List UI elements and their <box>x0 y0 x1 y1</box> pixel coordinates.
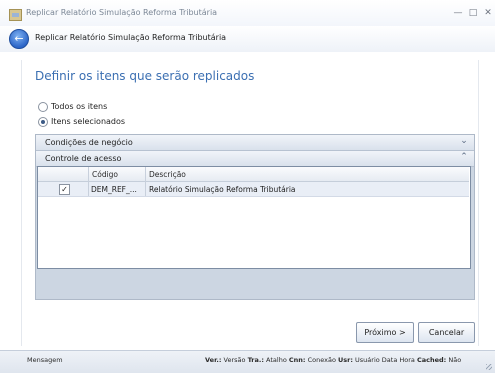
window-title: Replicar Relatório Simulação Reforma Tri… <box>26 8 218 17</box>
status-key-tra: Tra.: <box>247 356 264 364</box>
next-button[interactable]: Próximo > <box>356 322 414 343</box>
status-key-ver: Ver.: <box>205 356 222 364</box>
back-arrow-icon[interactable]: ← <box>9 29 29 49</box>
column-divider <box>145 167 146 196</box>
group-label-condicoes: Condições de negócio <box>45 138 133 147</box>
resize-grip-icon[interactable] <box>486 364 492 370</box>
chevron-up-icon[interactable]: ⌃ <box>458 152 470 162</box>
app-icon <box>9 9 22 21</box>
column-header-codigo[interactable]: Código <box>92 170 118 179</box>
maximize-button[interactable]: □ <box>466 6 480 20</box>
status-value-cached: Não <box>448 356 462 364</box>
radio-label-todos-os-itens[interactable]: Todos os itens <box>51 102 107 111</box>
content-left-divider <box>21 60 22 346</box>
cell-codigo: DEM_REF_... <box>91 185 137 194</box>
minimize-button[interactable]: — <box>451 6 465 20</box>
radio-label-itens-selecionados[interactable]: Itens selecionados <box>51 117 125 126</box>
column-header-descricao[interactable]: Descrição <box>149 170 186 179</box>
status-value-usr: Usuário Data Hora <box>355 356 415 364</box>
page-heading: Definir os itens que serão replicados <box>35 69 255 83</box>
content-right-divider <box>478 60 479 346</box>
wizard-title: Replicar Relatório Simulação Reforma Tri… <box>35 33 227 42</box>
status-info: Ver.: Versão Tra.: Atalho Cnn: Conexão U… <box>205 356 461 364</box>
status-key-cnn: Cnn: <box>288 356 306 364</box>
radio-itens-selecionados[interactable] <box>38 117 48 127</box>
cell-descricao: Relatório Simulação Reforma Tributária <box>149 185 296 194</box>
status-key-usr: Usr: <box>338 356 353 364</box>
status-key-cached: Cached: <box>416 356 447 364</box>
close-button[interactable]: ✕ <box>481 6 495 20</box>
cancel-button[interactable]: Cancelar <box>418 322 475 343</box>
group-label-controle: Controle de acesso <box>45 154 122 163</box>
status-value-cnn: Conexão <box>307 356 336 364</box>
radio-todos-os-itens[interactable] <box>38 102 48 112</box>
status-value-ver: Versão <box>223 356 246 364</box>
row-checkbox[interactable]: ✓ <box>59 184 70 195</box>
status-value-tra: Atalho <box>266 356 287 364</box>
status-message: Mensagem <box>27 356 63 364</box>
chevron-down-icon[interactable]: ⌄ <box>458 136 470 146</box>
column-divider <box>88 167 89 196</box>
